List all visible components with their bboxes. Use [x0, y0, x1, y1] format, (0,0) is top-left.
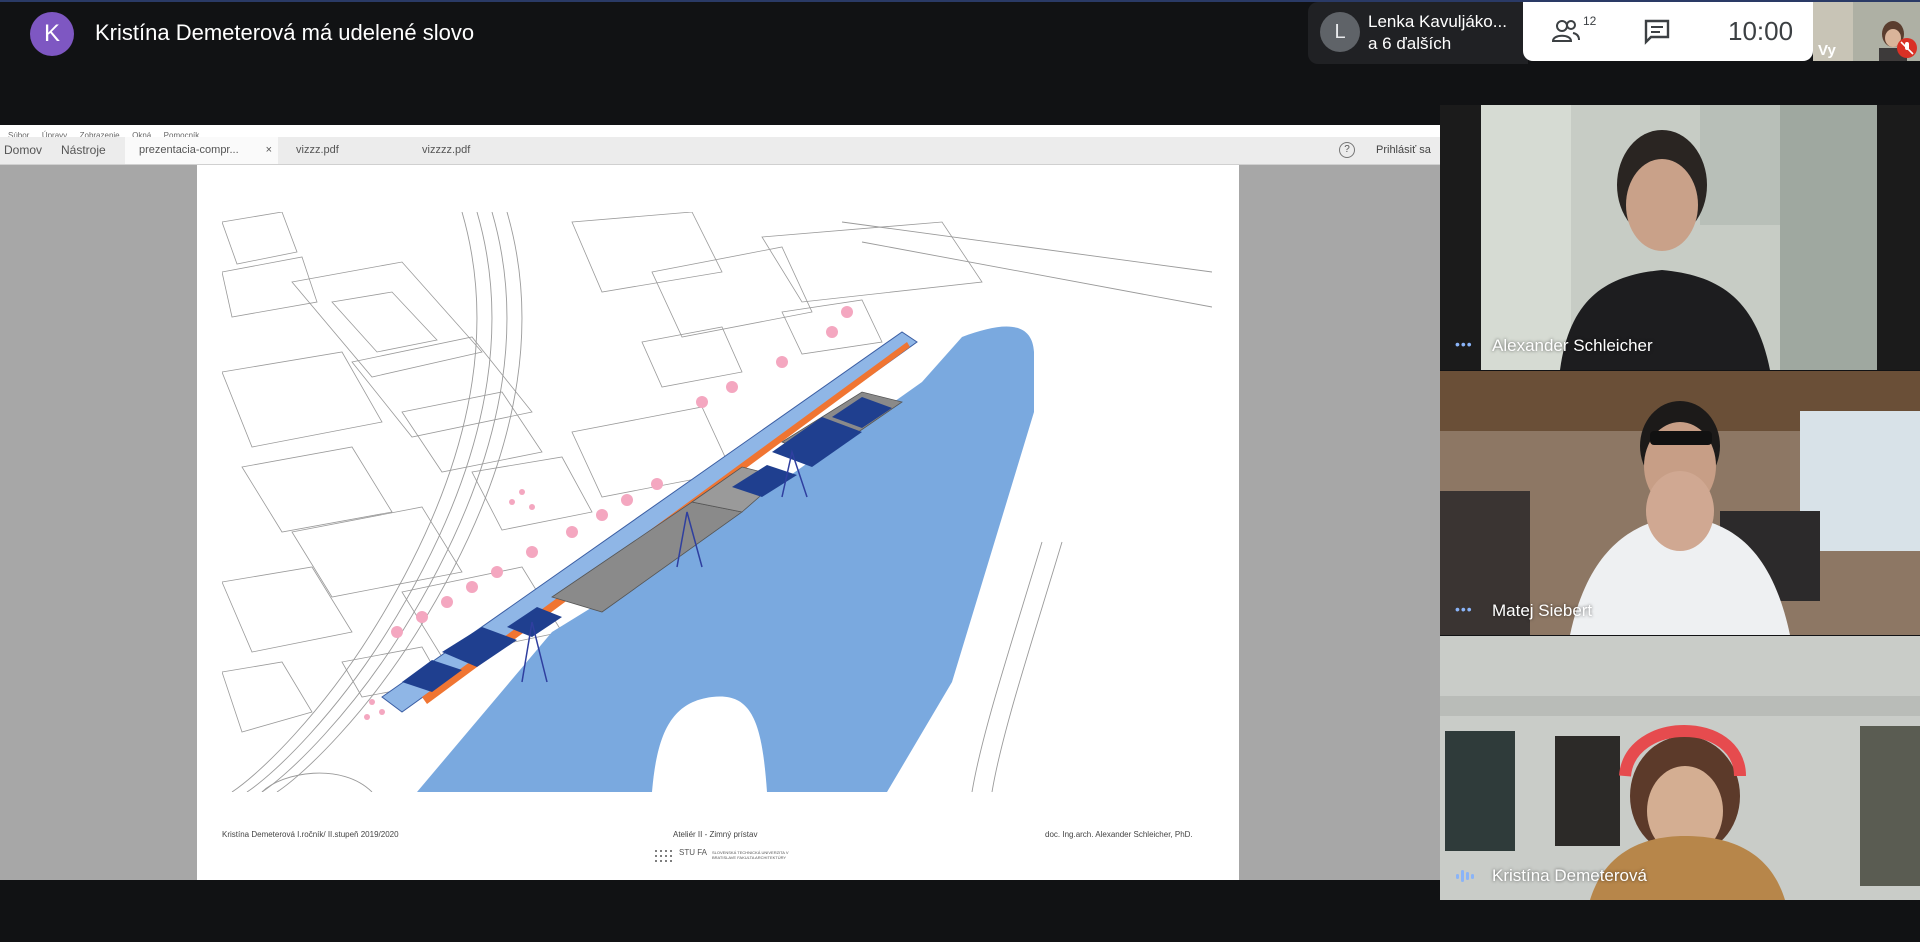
presenter-avatar: K [30, 12, 74, 56]
chat-button[interactable] [1643, 18, 1673, 46]
pdf-page: Kristína Demeterová I.ročník/ II.stupeň … [197, 165, 1239, 880]
people-icon [1551, 20, 1580, 42]
self-view-tile[interactable]: Vy [1813, 2, 1920, 61]
video-tile[interactable]: Kristína Demeterová [1440, 636, 1920, 900]
chat-icon [1644, 19, 1670, 45]
stu-logo-text: STU FA [679, 848, 708, 857]
help-icon[interactable]: ? [1339, 142, 1355, 158]
tab-close-icon[interactable]: × [266, 137, 272, 164]
participant-video [1481, 105, 1877, 370]
tools-button[interactable]: Nástroje [61, 143, 106, 157]
people-button[interactable]: 12 [1551, 14, 1597, 48]
participant-avatar: L [1320, 12, 1360, 52]
video-tile[interactable]: ••• Matej Siebert [1440, 371, 1920, 635]
tab-label: vizzz.pdf [296, 144, 339, 156]
shared-screen: Súbor Úpravy Zobrazenie Okná Pomocník Do… [0, 125, 1440, 880]
self-label: Vy [1818, 42, 1836, 59]
more-options-icon[interactable]: ••• [1455, 601, 1473, 617]
pdf-tabbar: Domov Nástroje prezentacia-compr... × vi… [0, 137, 1440, 165]
participant-name: Lenka Kavuljáko... [1368, 12, 1507, 31]
tab-prezentacia[interactable]: prezentacia-compr... × [125, 137, 278, 164]
participant-video [1440, 371, 1920, 635]
speaking-indicator-icon [1456, 870, 1474, 882]
home-button[interactable]: Domov [4, 143, 42, 157]
presenter-title: Kristína Demeterová má udelené slovo [95, 20, 475, 45]
people-count: 12 [1583, 14, 1597, 28]
stu-logo-subtitle: SLOVENSKÁ TECHNICKÁ UNIVERZITA V BRATISL… [712, 850, 789, 860]
more-options-icon[interactable]: ••• [1455, 336, 1473, 352]
signin-link[interactable]: Prihlásiť sa [1376, 144, 1431, 156]
tab-label: vizzzz.pdf [422, 144, 471, 156]
app-menubar: Súbor Úpravy Zobrazenie Okná Pomocník [0, 125, 1440, 140]
participant-name: Kristína Demeterová [1492, 866, 1647, 885]
stu-fa-logo: STU FA SLOVENSKÁ TECHNICKÁ UNIVERZITA V … [654, 848, 794, 868]
tab-vizzz[interactable]: vizzz.pdf [282, 137, 353, 164]
tab-vizzzz[interactable]: vizzzz.pdf [408, 137, 484, 164]
participants-chip[interactable]: L Lenka Kavuljáko... a 6 ďalších [1308, 2, 1528, 64]
meeting-clock: 10:00 [1728, 16, 1794, 46]
tab-label: prezentacia-compr... [139, 144, 239, 156]
participant-name: Alexander Schleicher [1492, 336, 1653, 355]
meeting-controls: 12 10:00 [1523, 2, 1813, 61]
participant-video [1440, 636, 1920, 900]
participant-others: a 6 ďalších [1368, 34, 1452, 53]
footer-author: Kristína Demeterová I.ročník/ II.stupeň … [222, 830, 399, 839]
footer-tutor: doc. Ing.arch. Alexander Schleicher, PhD… [1045, 830, 1193, 839]
stu-logo-dots-icon [655, 850, 672, 862]
participant-name: Matej Siebert [1492, 601, 1593, 620]
video-tile[interactable]: ••• Alexander Schleicher [1440, 105, 1920, 370]
axonometric-drawing [222, 212, 1212, 792]
mic-off-icon [1897, 38, 1917, 58]
footer-studio: Ateliér II - Zimný prístav [673, 830, 758, 839]
